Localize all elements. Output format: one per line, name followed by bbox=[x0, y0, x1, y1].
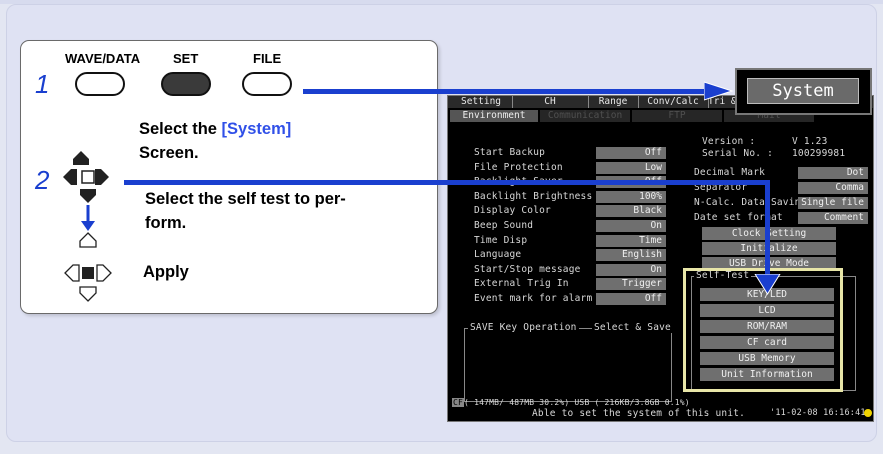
setting-value[interactable]: Off bbox=[596, 293, 666, 305]
setting-value[interactable]: Low bbox=[596, 161, 666, 174]
cf-icon: CF bbox=[452, 398, 465, 407]
setting-value[interactable]: Black bbox=[596, 205, 666, 218]
version-label: Version : bbox=[702, 136, 756, 147]
save-key-value[interactable]: Select & Save bbox=[592, 322, 673, 333]
file-key[interactable] bbox=[242, 72, 292, 96]
setting-label: Beep Sound bbox=[474, 220, 534, 231]
decimal-mark-label: Decimal Mark bbox=[694, 167, 766, 178]
select-self-test-line2: form. bbox=[145, 214, 187, 232]
ncalc-value[interactable]: Single file bbox=[798, 197, 868, 209]
tab-ch[interactable]: CH bbox=[512, 96, 589, 108]
tab-range[interactable]: Range bbox=[588, 96, 639, 108]
setting-value[interactable]: On bbox=[596, 263, 666, 276]
setting-value[interactable]: 100% bbox=[596, 190, 666, 203]
setting-value[interactable]: Trigger bbox=[596, 278, 666, 291]
file-key-label: FILE bbox=[253, 51, 282, 66]
serial-label: Serial No. : bbox=[702, 148, 774, 159]
status-indicator-icon bbox=[864, 409, 872, 417]
instruction-panel: 1 WAVE/DATA SET FILE Select the [System]… bbox=[20, 40, 438, 314]
step-1-number: 1 bbox=[35, 69, 50, 99]
decimal-mark-value[interactable]: Dot bbox=[798, 167, 868, 179]
set-key-label: SET bbox=[173, 51, 199, 66]
setting-label: File Protection bbox=[474, 161, 563, 173]
setting-label: Display Color bbox=[474, 205, 551, 217]
system-highlight: [System] bbox=[221, 120, 292, 138]
status-message: Able to set the system of this unit. bbox=[532, 408, 746, 419]
arrow-head-self-test-icon bbox=[754, 274, 781, 295]
setting-label: Event mark for alarm bbox=[474, 293, 593, 304]
system-tab[interactable]: System bbox=[747, 78, 859, 104]
setting-label: Start Backup bbox=[474, 147, 546, 158]
date-set-value[interactable]: Comment bbox=[798, 212, 868, 224]
serial-value: 100299981 bbox=[792, 148, 846, 159]
arrow-down-self-test bbox=[765, 180, 770, 278]
system-tab-callout: System bbox=[737, 70, 870, 113]
ncalc-label: N-Calc. Data Saving bbox=[694, 197, 807, 208]
tab-conv-calc[interactable]: Conv/Calc bbox=[638, 96, 709, 108]
wave-data-key-label: WAVE/DATA bbox=[65, 51, 141, 66]
setting-label: Backlight Brightness bbox=[474, 190, 593, 202]
select-self-test-line1: Select the self test to per- bbox=[145, 190, 346, 208]
select-self-test-text: Select the self test to per- form. bbox=[145, 187, 346, 235]
select-system-text: Select the [System] Screen. bbox=[139, 117, 291, 165]
storage-text: ( 147MB/ 487MB 30.2%) USB ( 216KB/3.8GB … bbox=[464, 398, 690, 407]
subtab-environment[interactable]: Environment bbox=[450, 110, 538, 122]
setting-label: Time Disp bbox=[474, 234, 528, 246]
arrow-to-system bbox=[303, 89, 709, 94]
arrow-to-self-test bbox=[124, 180, 769, 185]
storage-status: CF( 147MB/ 487MB 30.2%) USB ( 216KB/3.8G… bbox=[452, 398, 690, 407]
wave-data-key[interactable] bbox=[75, 72, 125, 96]
setting-label: Start/Stop message bbox=[474, 263, 581, 275]
select-system-prefix: Select the bbox=[139, 120, 222, 138]
save-key-box bbox=[464, 328, 672, 402]
subtab-ftp[interactable]: FTP bbox=[632, 110, 722, 122]
setting-label: External Trig In bbox=[474, 278, 569, 290]
set-key[interactable] bbox=[161, 72, 211, 96]
select-system-suffix: Screen. bbox=[139, 144, 199, 162]
setting-label: Language bbox=[474, 249, 522, 261]
setting-value[interactable]: English bbox=[596, 249, 666, 262]
apply-text: Apply bbox=[143, 263, 189, 281]
save-key-label: SAVE Key Operation bbox=[468, 322, 579, 333]
subtab-communication[interactable]: Communication bbox=[540, 110, 630, 122]
setting-value[interactable]: Time bbox=[596, 234, 666, 247]
separator-value[interactable]: Comma bbox=[798, 182, 868, 194]
setting-value[interactable]: On bbox=[596, 220, 666, 232]
step-2-number: 2 bbox=[35, 165, 50, 195]
version-value: V 1.23 bbox=[792, 136, 828, 147]
tab-setting[interactable]: Setting bbox=[450, 96, 513, 108]
cursor-keys-icon bbox=[63, 151, 112, 302]
clock-display: '11-02-08 16:16:41 bbox=[770, 408, 866, 418]
arrow-head-system-icon bbox=[704, 81, 734, 101]
setting-value[interactable]: Off bbox=[596, 147, 666, 159]
